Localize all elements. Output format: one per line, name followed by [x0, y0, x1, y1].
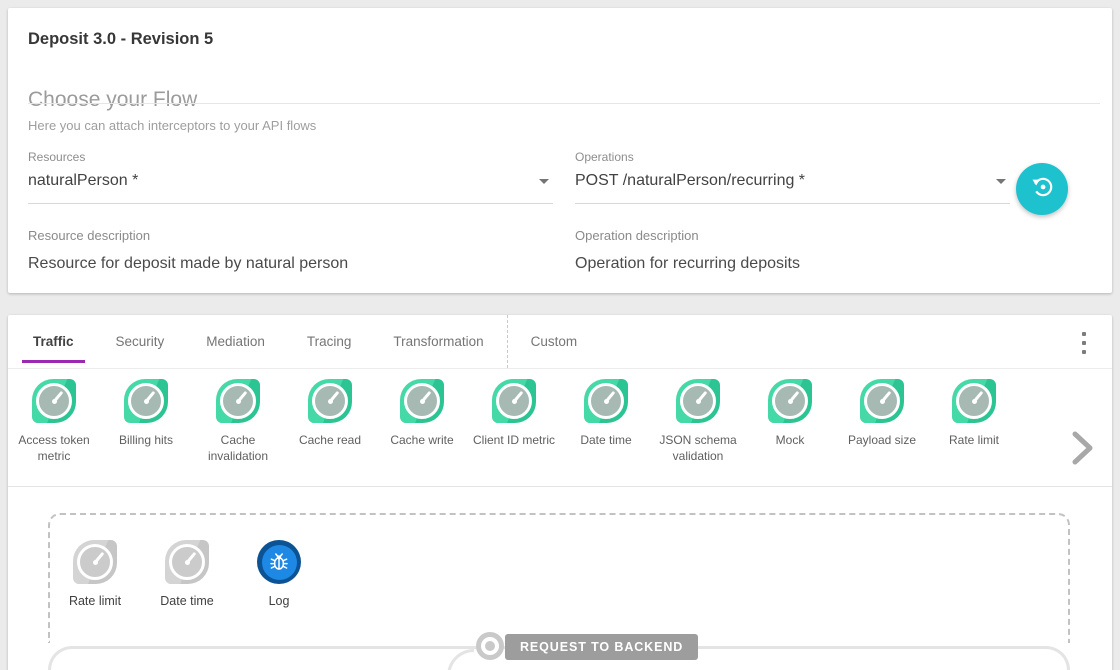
interceptor-label: Cache read [296, 432, 364, 448]
interceptor-rate-limit[interactable]: Rate limit [928, 379, 1020, 486]
operations-value: POST /naturalPerson/recurring * [575, 172, 805, 189]
chevron-right-icon[interactable] [1068, 429, 1096, 472]
interceptor-tabs: Traffic Security Mediation Tracing Trans… [8, 315, 1112, 369]
flow-connector-dot [476, 632, 504, 660]
resource-description: Resource description Resource for deposi… [28, 228, 348, 273]
interceptor-label: Date time [577, 432, 634, 448]
attached-interceptor-rate-limit[interactable]: Rate limit [49, 540, 141, 608]
resource-description-label: Resource description [28, 228, 348, 243]
interceptor-label: Access token metric [8, 432, 100, 464]
interceptor-label: Mock [773, 432, 808, 448]
dropdown-caret-icon[interactable] [539, 179, 549, 184]
gauge-icon [73, 540, 117, 584]
resource-description-value: Resource for deposit made by natural per… [28, 255, 348, 273]
gauge-icon [216, 379, 260, 423]
dropdown-caret-icon[interactable] [996, 179, 1006, 184]
resources-value: naturalPerson * [28, 172, 138, 189]
interceptor-label: Cache write [387, 432, 456, 448]
operations-label: Operations [575, 150, 1010, 164]
interceptor-cache-invalidation[interactable]: Cache invalidation [192, 379, 284, 486]
gauge-icon [308, 379, 352, 423]
tab-security[interactable]: Security [95, 315, 186, 368]
gauge-icon [584, 379, 628, 423]
operations-select[interactable]: Operations POST /naturalPerson/recurring… [575, 150, 1010, 204]
tab-divider [507, 315, 508, 368]
tab-tracing[interactable]: Tracing [286, 315, 373, 368]
tab-mediation[interactable]: Mediation [185, 315, 286, 368]
gauge-icon [124, 379, 168, 423]
interceptor-payload-size[interactable]: Payload size [836, 379, 928, 486]
tab-transformation[interactable]: Transformation [372, 315, 504, 368]
interceptor-cache-read[interactable]: Cache read [284, 379, 376, 486]
attached-interceptor-label: Rate limit [69, 594, 121, 608]
interceptor-label: JSON schema validation [652, 432, 744, 464]
interceptor-billing-hits[interactable]: Billing hits [100, 379, 192, 486]
resources-select[interactable]: Resources naturalPerson * [28, 150, 553, 204]
interceptor-access-token-metric[interactable]: Access token metric [8, 379, 100, 486]
interceptor-label: Cache invalidation [192, 432, 284, 464]
interceptors-card: Traffic Security Mediation Tracing Trans… [8, 315, 1112, 670]
api-flow-card: Deposit 3.0 - Revision 5 Choose your Flo… [8, 8, 1112, 293]
attached-interceptor-label: Log [269, 594, 290, 608]
gauge-icon [400, 379, 444, 423]
operation-description-label: Operation description [575, 228, 800, 243]
interceptor-json-schema-validation[interactable]: JSON schema validation [652, 379, 744, 486]
attached-interceptor-date-time[interactable]: Date time [141, 540, 233, 608]
interceptor-client-id-metric[interactable]: Client ID metric [468, 379, 560, 486]
interceptor-palette: Access token metric Billing hits Cache i… [8, 369, 1112, 487]
operation-description-value: Operation for recurring deposits [575, 255, 800, 273]
refresh-flow-button[interactable] [1016, 163, 1068, 215]
gauge-icon [492, 379, 536, 423]
interceptor-date-time[interactable]: Date time [560, 379, 652, 486]
attached-interceptor-label: Date time [160, 594, 214, 608]
interceptor-label: Payload size [845, 432, 919, 448]
gauge-icon [860, 379, 904, 423]
attached-interceptor-log[interactable]: Log [233, 540, 325, 608]
interceptor-cache-write[interactable]: Cache write [376, 379, 468, 486]
gauge-icon [952, 379, 996, 423]
section-subheading: Here you can attach interceptors to your… [28, 118, 316, 133]
interceptor-label: Billing hits [116, 432, 176, 448]
gauge-icon [32, 379, 76, 423]
tab-custom[interactable]: Custom [510, 315, 599, 368]
bug-icon [257, 540, 301, 584]
operation-description: Operation description Operation for recu… [575, 228, 800, 273]
interceptor-label: Rate limit [946, 432, 1002, 448]
gauge-icon [676, 379, 720, 423]
resources-label: Resources [28, 150, 553, 164]
section-heading: Choose your Flow [28, 88, 197, 112]
section-divider [28, 103, 1100, 104]
page-title: Deposit 3.0 - Revision 5 [28, 30, 213, 49]
gauge-icon [165, 540, 209, 584]
interceptor-mock[interactable]: Mock [744, 379, 836, 486]
gauge-icon [768, 379, 812, 423]
flow-canvas: Rate limit Date time [8, 487, 1112, 670]
restore-icon [1029, 174, 1055, 205]
request-to-backend-badge: REQUEST TO BACKEND [505, 634, 698, 660]
tab-traffic[interactable]: Traffic [12, 315, 95, 368]
kebab-menu-icon[interactable] [1080, 330, 1088, 356]
interceptor-label: Client ID metric [470, 432, 558, 448]
